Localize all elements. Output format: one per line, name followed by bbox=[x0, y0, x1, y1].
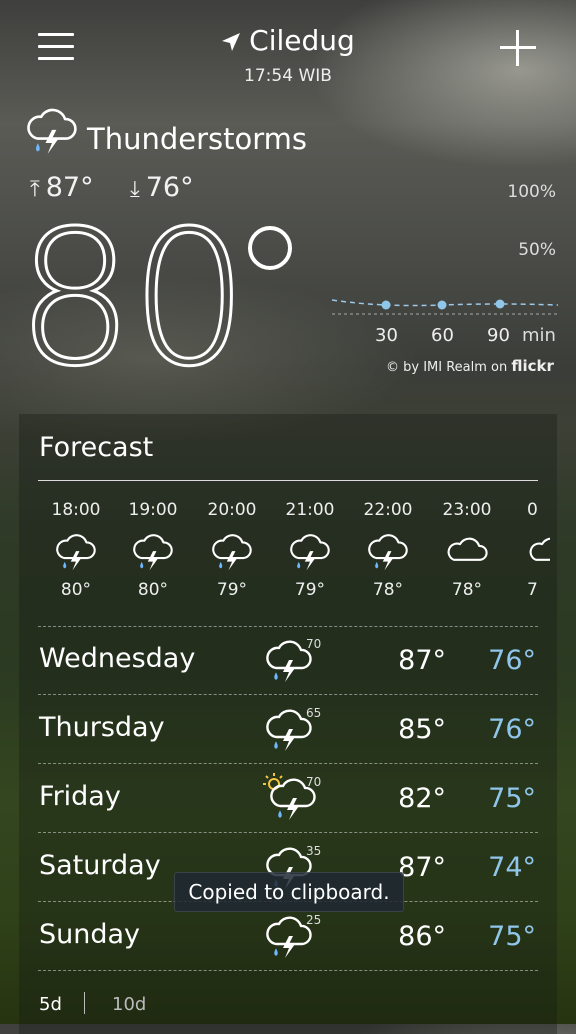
day-name: Friday bbox=[39, 781, 121, 812]
precip-50-label: 50% bbox=[518, 240, 556, 260]
location-header[interactable]: Ciledug bbox=[0, 24, 576, 59]
tab-divider bbox=[84, 992, 85, 1014]
hour-item: 20:00 79° bbox=[207, 500, 257, 600]
precip-100-label: 100% bbox=[507, 182, 556, 202]
divider bbox=[38, 694, 538, 695]
divider bbox=[38, 832, 538, 833]
day-high: 85° bbox=[398, 714, 446, 745]
tab-5d[interactable]: 5d bbox=[39, 994, 62, 1015]
day-name: Wednesday bbox=[39, 643, 196, 674]
forecast-divider bbox=[38, 480, 538, 481]
day-low: 75° bbox=[488, 921, 536, 952]
precip-chance: 70 bbox=[306, 637, 322, 651]
precip-chance: 70 bbox=[306, 775, 322, 789]
current-condition: Thunderstorms bbox=[87, 122, 308, 156]
copyright-icon: © bbox=[386, 360, 399, 375]
location-time: 17:54 WIB bbox=[244, 66, 332, 86]
hour-item: 23:00 78° bbox=[442, 500, 492, 600]
photo-credit[interactable]: © by IMI Realm on flickr bbox=[386, 357, 554, 375]
precip-30-label: 30 bbox=[375, 325, 398, 346]
precip-chance: 35 bbox=[306, 844, 322, 858]
day-low: 75° bbox=[488, 783, 536, 814]
thunderstorm-icon bbox=[288, 532, 332, 572]
flickr-logo: flickr bbox=[511, 357, 554, 375]
day-low: 74° bbox=[488, 852, 536, 883]
day-low: 76° bbox=[488, 714, 536, 745]
location-arrow-icon bbox=[221, 26, 241, 59]
forecast-title: Forecast bbox=[39, 432, 154, 463]
divider bbox=[38, 970, 538, 971]
hour-item: 21:00 79° bbox=[285, 500, 335, 600]
precip-chart bbox=[331, 299, 559, 315]
thunderstorm-icon bbox=[131, 532, 175, 572]
hour-item: 22:00 78° bbox=[363, 500, 413, 600]
precip-dot bbox=[495, 299, 505, 309]
hourly-forecast[interactable]: 18:00 80° 19:00 80° 20:00 79° 21:00 79° … bbox=[0, 495, 576, 615]
day-high: 87° bbox=[398, 645, 446, 676]
precip-chance: 25 bbox=[306, 913, 322, 927]
tab-10d[interactable]: 10d bbox=[112, 994, 146, 1015]
precip-unit-label: min bbox=[522, 325, 556, 346]
thunderstorm-icon bbox=[54, 532, 98, 572]
clipboard-toast: Copied to clipboard. bbox=[174, 872, 404, 912]
precip-chance: 65 bbox=[306, 706, 322, 720]
day-name: Saturday bbox=[39, 850, 161, 881]
hour-item: 18:00 80° bbox=[51, 500, 101, 600]
degree-symbol bbox=[248, 226, 292, 270]
thunderstorm-icon bbox=[366, 532, 410, 572]
divider bbox=[38, 763, 538, 764]
precip-60-label: 60 bbox=[431, 325, 454, 346]
precip-90-label: 90 bbox=[487, 325, 510, 346]
add-location-button[interactable] bbox=[500, 30, 536, 66]
precip-dot bbox=[437, 300, 447, 310]
cloud-icon bbox=[527, 532, 550, 572]
day-high: 82° bbox=[398, 783, 446, 814]
location-name: Ciledug bbox=[249, 24, 355, 57]
hour-item-partial: 0 7 bbox=[510, 500, 550, 600]
precip-dot bbox=[381, 300, 391, 310]
day-high: 86° bbox=[398, 921, 446, 952]
cloud-icon bbox=[445, 532, 489, 572]
current-temp: 80 bbox=[15, 190, 251, 407]
hour-item: 19:00 80° bbox=[128, 500, 178, 600]
day-name: Sunday bbox=[39, 919, 141, 950]
divider bbox=[38, 626, 538, 627]
day-name: Thursday bbox=[39, 712, 165, 743]
day-low: 76° bbox=[488, 645, 536, 676]
thunderstorm-icon bbox=[24, 106, 80, 156]
thunderstorm-icon bbox=[210, 532, 254, 572]
